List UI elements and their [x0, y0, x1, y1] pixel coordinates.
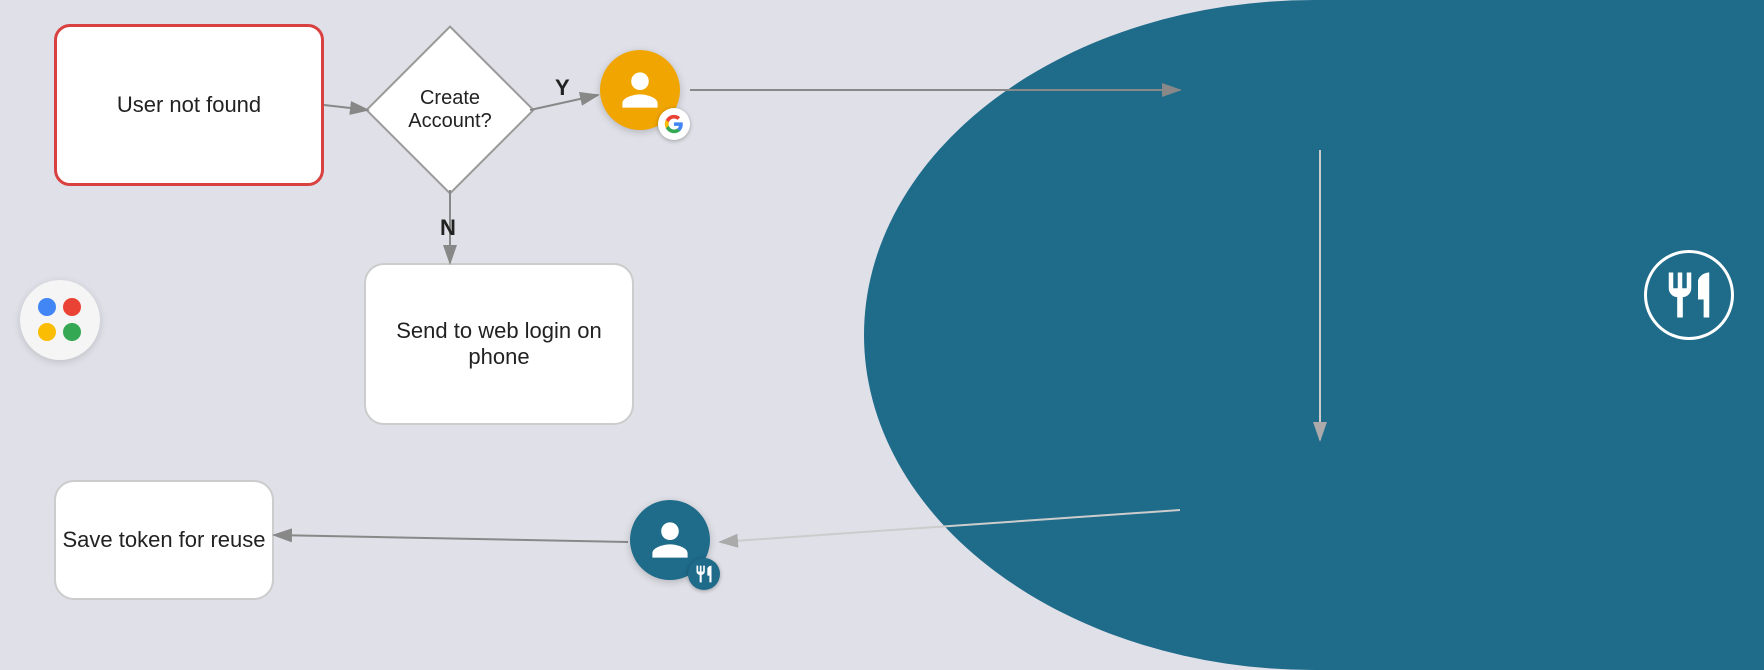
node-user-not-found: User not found [54, 24, 324, 186]
background-right [864, 0, 1764, 670]
diamond-create-account: CreateAccount? [370, 30, 530, 190]
user-not-found-label: User not found [117, 92, 261, 118]
node-save-token: Save token for reuse [54, 480, 274, 600]
google-g-icon [664, 114, 684, 134]
node-send-to-web: Send to web login on phone [364, 263, 634, 425]
foodbot-badge [688, 558, 720, 590]
dot-blue [38, 298, 56, 316]
dining-circle-icon [1644, 250, 1734, 340]
dot-green [63, 323, 81, 341]
diamond-label: CreateAccount? [408, 87, 491, 133]
user-silhouette [618, 68, 662, 112]
google-user-icon [600, 50, 690, 140]
google-assistant-icon [20, 280, 100, 360]
fork-knife-icon [694, 564, 714, 584]
send-to-web-label: Send to web login on phone [366, 318, 632, 370]
user-silhouette-teal [648, 518, 692, 562]
save-token-label: Save token for reuse [62, 527, 265, 553]
dot-red [63, 298, 81, 316]
foodbot-user-icon [630, 500, 720, 590]
label-yes: Y [555, 75, 570, 101]
dot-yellow [38, 323, 56, 341]
google-badge [658, 108, 690, 140]
label-no: N [440, 215, 456, 241]
fork-knife-large-icon [1662, 268, 1716, 322]
